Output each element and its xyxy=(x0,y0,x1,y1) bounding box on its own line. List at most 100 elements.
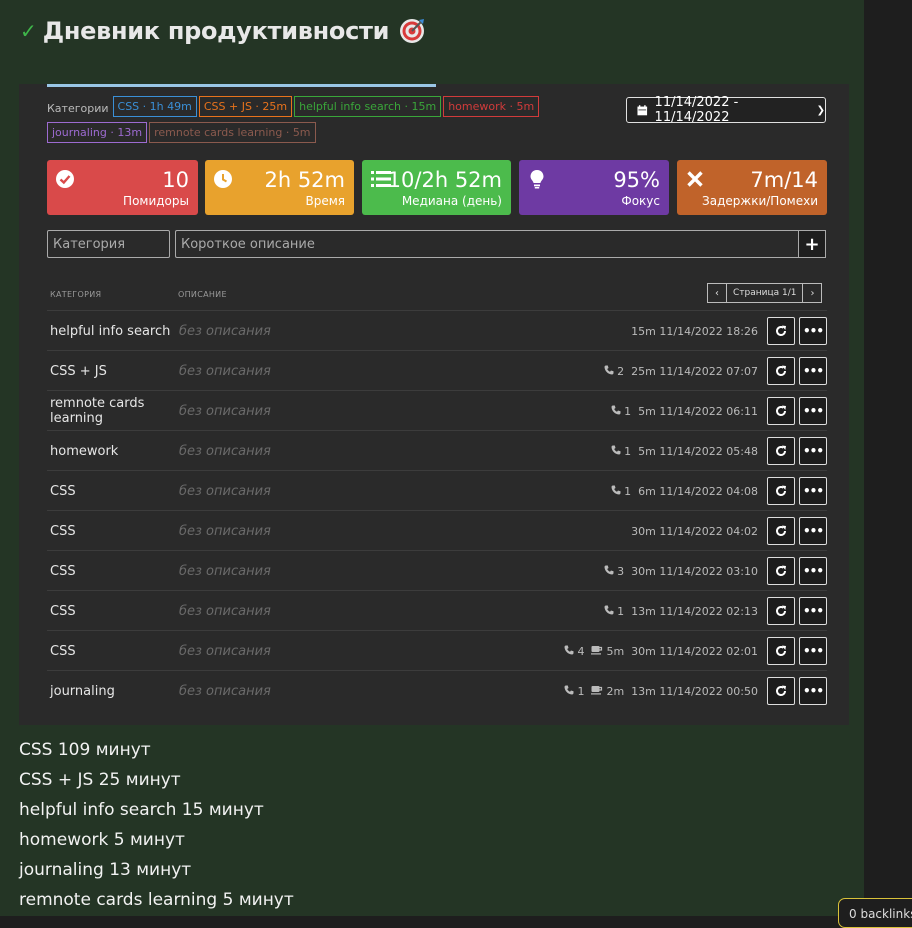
more-button[interactable]: ••• xyxy=(799,557,827,585)
restart-button[interactable] xyxy=(767,477,795,505)
table-row: CSS + JS без описания 2 25m 11/14/2022 07:0… xyxy=(47,350,827,390)
row-meta: 1 6m 11/14/2022 04:08 xyxy=(611,471,758,511)
row-category: homework xyxy=(50,443,119,459)
restart-button[interactable] xyxy=(767,597,795,625)
timestamp: 11/14/2022 02:01 xyxy=(659,644,758,658)
table-row: journaling без описания 1 2m 13m 11/14/2022 … xyxy=(47,670,827,710)
table-row: remnote cards learning без описания 1 5m 11… xyxy=(47,390,827,430)
duration: 13m xyxy=(631,604,656,618)
check-icon[interactable]: ✓ xyxy=(20,19,37,43)
categories-label: Категории xyxy=(47,102,109,115)
stat-value: 2h 52m xyxy=(264,168,345,192)
table-row: helpful info search без описания 15m 11/14… xyxy=(47,310,827,350)
row-description[interactable]: без описания xyxy=(179,391,271,431)
category-tag[interactable]: helpful info search · 15m xyxy=(294,96,442,117)
restart-button[interactable] xyxy=(767,517,795,545)
summary-line: CSS 109 минут xyxy=(19,740,151,760)
row-description[interactable]: без описания xyxy=(179,471,271,511)
ellipsis-icon: ••• xyxy=(802,484,824,498)
summary-line: CSS + JS 25 минут xyxy=(19,770,181,790)
duration: 25m xyxy=(631,364,656,378)
date-range-button[interactable]: 11/14/2022 - 11/14/2022 ❯ xyxy=(626,95,826,125)
more-button[interactable]: ••• xyxy=(799,317,827,345)
ellipsis-icon: ••• xyxy=(802,564,824,578)
loading-bar xyxy=(47,84,436,87)
stat-tile-list: 10/2h 52m Медиана (день) xyxy=(362,160,511,215)
prev-page-button[interactable]: ‹ xyxy=(707,283,727,303)
backlinks-counter[interactable]: 0 backlinks xyxy=(838,898,912,928)
check-circle-icon xyxy=(55,169,75,189)
stat-value: 10 xyxy=(162,168,189,192)
row-description[interactable]: без описания xyxy=(179,631,271,671)
category-tag[interactable]: homework · 5m xyxy=(443,96,540,117)
interruptions: 2 xyxy=(604,365,624,378)
redo-icon xyxy=(775,522,787,541)
row-category: CSS xyxy=(50,643,76,659)
more-button[interactable]: ••• xyxy=(799,637,827,665)
timestamp: 11/14/2022 00:50 xyxy=(659,684,758,698)
restart-button[interactable] xyxy=(767,557,795,585)
duration: 6m xyxy=(638,484,656,498)
category-filter: Категории CSS · 1h 49m CSS + JS · 25m helpf… xyxy=(47,96,617,148)
stat-value: 7m/14 xyxy=(750,168,818,192)
redo-icon xyxy=(775,642,787,661)
row-category: CSS xyxy=(50,483,76,499)
page-title: Дневник продуктивности xyxy=(42,17,390,45)
restart-button[interactable] xyxy=(767,317,795,345)
phone-icon xyxy=(611,405,624,418)
calendar-icon xyxy=(637,104,648,115)
table-row: homework без описания 1 5m 11/14/2022 05:48… xyxy=(47,430,827,470)
row-description[interactable]: без описания xyxy=(179,311,271,351)
table-row: CSS без описания 4 5m 30m 11/14/2022 02:01 ••… xyxy=(47,630,827,670)
timestamp: 11/14/2022 07:07 xyxy=(659,364,758,378)
description-input[interactable] xyxy=(175,230,798,258)
more-button[interactable]: ••• xyxy=(799,397,827,425)
more-button[interactable]: ••• xyxy=(799,677,827,705)
ellipsis-icon: ••• xyxy=(802,604,824,618)
row-description[interactable]: без описания xyxy=(179,351,271,391)
restart-button[interactable] xyxy=(767,677,795,705)
row-description[interactable]: без описания xyxy=(179,591,271,631)
more-button[interactable]: ••• xyxy=(799,597,827,625)
phone-icon xyxy=(611,485,624,498)
row-meta: 1 13m 11/14/2022 02:13 xyxy=(604,591,758,631)
add-entry-button[interactable]: + xyxy=(798,230,826,258)
interruptions: 1 xyxy=(611,405,631,418)
row-meta: 1 5m 11/14/2022 05:48 xyxy=(611,431,758,471)
category-tag[interactable]: remnote cards learning · 5m xyxy=(149,122,316,143)
redo-icon xyxy=(775,442,787,461)
more-button[interactable]: ••• xyxy=(799,437,827,465)
interruptions: 1 xyxy=(564,685,584,698)
row-meta: 30m 11/14/2022 04:02 xyxy=(631,511,758,551)
more-button[interactable]: ••• xyxy=(799,517,827,545)
phone-icon xyxy=(564,645,577,658)
phone-icon xyxy=(564,685,577,698)
row-description[interactable]: без описания xyxy=(179,671,271,711)
redo-icon xyxy=(775,402,787,421)
restart-button[interactable] xyxy=(767,437,795,465)
table-row: CSS без описания 30m 11/14/2022 04:02 ••• xyxy=(47,510,827,550)
more-button[interactable]: ••• xyxy=(799,477,827,505)
row-description[interactable]: без описания xyxy=(179,551,271,591)
restart-button[interactable] xyxy=(767,637,795,665)
duration: 5m xyxy=(638,404,656,418)
more-button[interactable]: ••• xyxy=(799,357,827,385)
restart-button[interactable] xyxy=(767,357,795,385)
row-description[interactable]: без описания xyxy=(179,431,271,471)
category-input[interactable] xyxy=(47,230,170,258)
restart-button[interactable] xyxy=(767,397,795,425)
interruptions: 1 xyxy=(611,445,631,458)
redo-icon xyxy=(775,482,787,501)
stat-label: Задержки/Помехи xyxy=(702,194,818,208)
clock-icon xyxy=(213,169,233,189)
row-category: remnote cards learning xyxy=(50,396,145,426)
stat-label: Время xyxy=(305,194,345,208)
category-tag[interactable]: CSS · 1h 49m xyxy=(112,96,197,117)
row-description[interactable]: без описания xyxy=(179,511,271,551)
category-tag[interactable]: CSS + JS · 25m xyxy=(198,96,293,117)
phone-icon xyxy=(611,445,624,458)
table-row: CSS без описания 1 6m 11/14/2022 04:08 ••• xyxy=(47,470,827,510)
category-tag[interactable]: journaling · 13m xyxy=(47,122,148,143)
next-page-button[interactable]: › xyxy=(802,283,823,303)
target-icon xyxy=(400,19,425,43)
